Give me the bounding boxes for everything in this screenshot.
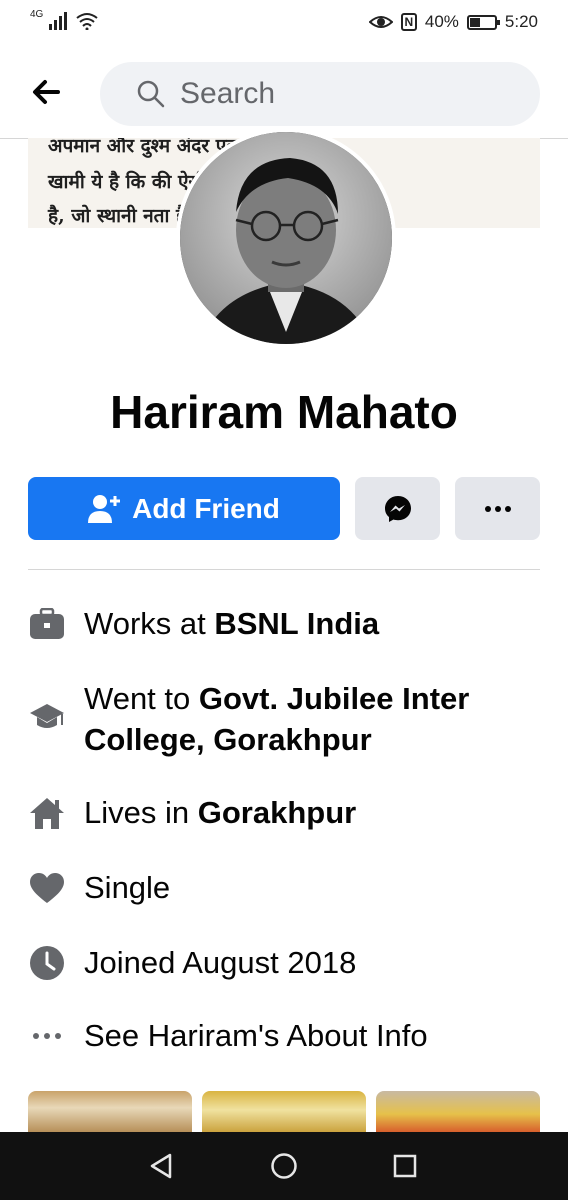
graduation-cap-icon — [28, 698, 66, 736]
work-prefix: Works at — [84, 606, 215, 641]
messenger-icon — [384, 495, 411, 522]
home-icon — [28, 794, 66, 832]
photo-thumbnail[interactable] — [202, 1091, 366, 1133]
more-dots-icon — [28, 1017, 66, 1055]
clock-icon — [28, 944, 66, 982]
info-row-relationship[interactable]: Single — [28, 867, 540, 911]
message-button[interactable] — [355, 477, 440, 540]
nav-back-icon[interactable] — [148, 1153, 174, 1179]
search-icon — [137, 80, 165, 108]
photo-thumbnail[interactable] — [28, 1091, 192, 1133]
photo-thumbnail[interactable] — [376, 1091, 540, 1133]
back-button[interactable] — [28, 74, 72, 118]
profile-picture[interactable] — [176, 128, 396, 348]
work-place: BSNL India — [214, 606, 380, 641]
photos-strip — [28, 1091, 540, 1133]
more-options-button[interactable] — [455, 477, 540, 540]
joined-text: Joined August 2018 — [84, 945, 357, 980]
info-row-education[interactable]: Went to Govt. Jubilee Inter College, Gor… — [28, 676, 540, 760]
add-person-icon — [88, 494, 121, 523]
add-friend-button[interactable]: Add Friend — [28, 477, 340, 540]
info-row-work[interactable]: Works at BSNL India — [28, 603, 540, 647]
education-line-2: College, Gorakhpur — [84, 719, 372, 760]
home-text: Lives in Gorakhpur — [84, 792, 356, 833]
back-arrow-icon — [33, 80, 60, 104]
see-about-text: See Hariram's About Info — [84, 1018, 428, 1053]
section-divider — [28, 569, 540, 570]
system-navigation-bar — [0, 1132, 568, 1200]
clock-time: 5:20 — [504, 12, 538, 31]
info-row-joined[interactable]: Joined August 2018 — [28, 942, 540, 986]
network-type: 4G — [30, 9, 44, 20]
home-prefix: Lives in — [84, 795, 198, 830]
search-placeholder: Search — [180, 77, 276, 110]
search-bar[interactable]: Search — [100, 62, 540, 126]
nav-recents-icon[interactable] — [393, 1154, 417, 1178]
top-bar: Search — [0, 48, 568, 139]
more-dots-icon — [484, 505, 511, 512]
info-row-home[interactable]: Lives in Gorakhpur — [28, 792, 540, 836]
nfc-icon: N — [400, 13, 417, 31]
relationship-text: Single — [84, 870, 171, 905]
briefcase-icon — [28, 605, 66, 643]
battery-icon — [466, 14, 500, 30]
battery-percent: 40% — [424, 12, 459, 31]
profile-name: Hariram Mahato — [110, 386, 458, 438]
education-prefix: Went to — [84, 681, 199, 716]
eye-comfort-icon — [368, 16, 393, 28]
signal-icon — [49, 12, 68, 30]
heart-icon — [28, 869, 66, 907]
profile-portrait-image — [180, 132, 392, 344]
work-text: Works at BSNL India — [84, 603, 379, 644]
add-friend-label: Add Friend — [132, 492, 280, 524]
status-bar: 4G N 40% 5:20 — [0, 0, 568, 48]
nav-home-icon[interactable] — [270, 1152, 298, 1180]
home-city: Gorakhpur — [197, 795, 357, 830]
education-school-part2: College, Gorakhpur — [84, 722, 372, 757]
education-school-part1: Govt. Jubilee Inter — [198, 681, 470, 716]
wifi-icon — [76, 13, 98, 30]
education-line-1: Went to Govt. Jubilee Inter — [84, 678, 469, 719]
see-about-info-link[interactable]: See Hariram's About Info — [28, 1015, 540, 1059]
